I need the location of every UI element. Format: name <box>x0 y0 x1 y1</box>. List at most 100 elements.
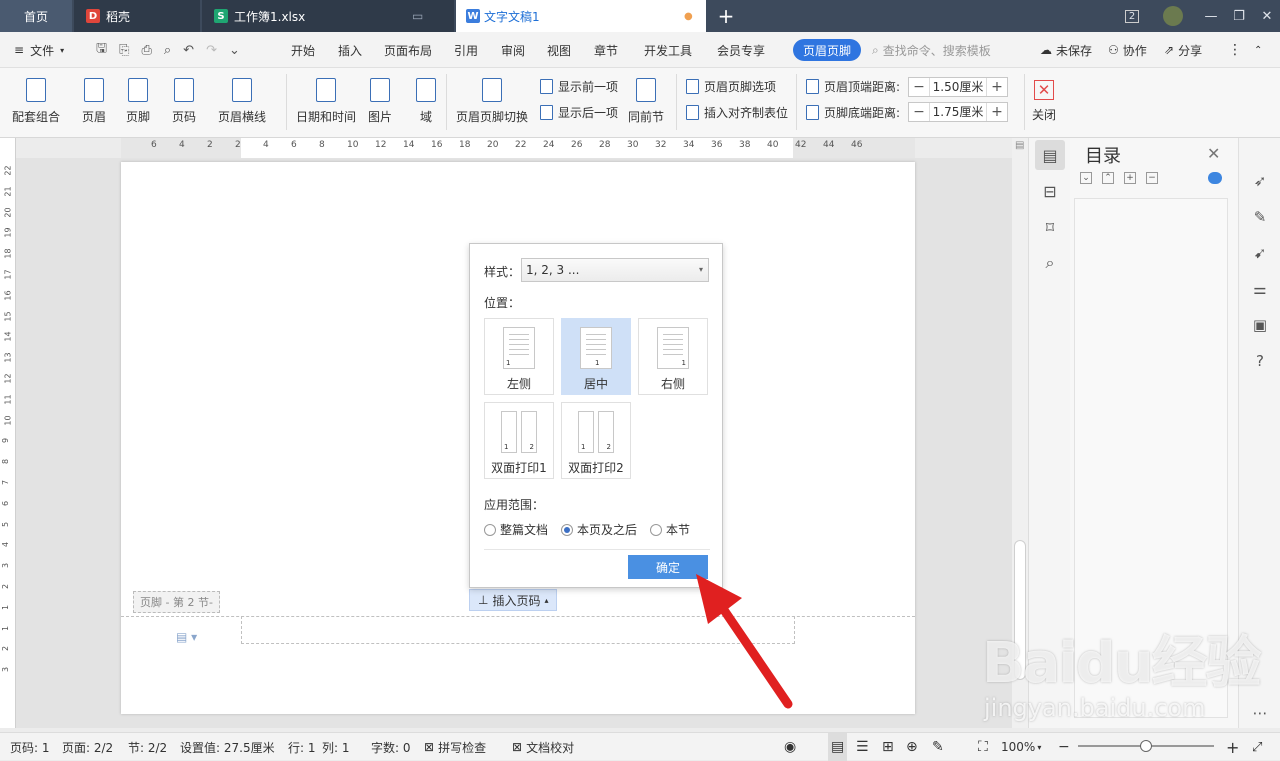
bottom-dist-stepper[interactable]: −1.75厘米 + <box>908 102 1008 122</box>
zoom-slider[interactable] <box>1078 740 1214 752</box>
minus-icon[interactable]: − <box>909 79 929 95</box>
horizontal-ruler[interactable]: 6 4 2 2 4 6 8 10 12 14 16 18 20 22 24 26 28 30 32 34 36 38 40 4… <box>121 138 915 158</box>
status-words[interactable]: 字数: 0 <box>371 733 411 761</box>
show-next-button[interactable]: 显示后一项 <box>540 104 618 121</box>
scope-this-section[interactable]: 本节 <box>650 521 690 538</box>
proofread-button[interactable]: ⊠ 文档校对 <box>512 733 574 761</box>
menu-header-footer[interactable]: 页眉页脚 <box>793 39 862 61</box>
print-icon[interactable]: ⎙ <box>141 43 151 58</box>
page-view-icon[interactable]: ▤ <box>828 733 848 761</box>
undo-icon[interactable]: ↶ <box>183 43 194 58</box>
file-menu[interactable]: ≡ 文件 ▾ <box>14 32 64 68</box>
bottom-dist-value[interactable]: 1.75厘米 <box>929 103 987 121</box>
picture-button[interactable]: 图片 <box>368 78 392 125</box>
tab-workbook[interactable]: S 工作簿1.xlsx ▭ <box>202 0 454 32</box>
find-icon[interactable]: ⌕ <box>1035 248 1065 278</box>
toc-icon[interactable]: ▤ <box>1035 140 1065 170</box>
position-right[interactable]: 1 右侧 <box>638 318 708 395</box>
same-prev-button[interactable]: 同前节 <box>628 78 664 125</box>
more-horizontal-icon[interactable]: ⋯ <box>1249 702 1271 724</box>
unsaved-button[interactable]: ☁ 未保存 <box>1040 32 1092 68</box>
combo-button[interactable]: 配套组合 <box>12 78 60 125</box>
scope-this-and-after[interactable]: 本页及之后 <box>561 521 637 538</box>
pen-icon[interactable]: ✎ <box>1249 206 1271 228</box>
chapter-icon[interactable]: ⊟ <box>1035 176 1065 206</box>
zoom-in-icon[interactable]: + <box>1226 733 1239 761</box>
pagenum-button[interactable]: 页码 <box>172 78 196 125</box>
adjust-icon[interactable]: ⚌ <box>1249 278 1271 300</box>
zoom-out-icon[interactable]: − <box>1058 733 1070 761</box>
write-mode-icon[interactable]: ✎ <box>932 733 944 761</box>
fullscreen-icon[interactable]: ⤢ <box>1252 733 1262 761</box>
avatar[interactable] <box>1160 0 1186 32</box>
switch-button[interactable]: 页眉页脚切换 <box>456 78 528 125</box>
minimize-icon[interactable]: — <box>1198 0 1224 32</box>
hf-options-button[interactable]: 页眉页脚选项 <box>686 78 776 95</box>
position-left[interactable]: 1 左侧 <box>484 318 554 395</box>
new-tab-button[interactable]: + <box>712 0 740 32</box>
close-hf-button[interactable]: ✕ 关闭 <box>1032 80 1056 123</box>
cursor-icon[interactable]: ➹ <box>1249 242 1271 264</box>
fit-page-icon[interactable]: ⛶ <box>978 733 988 761</box>
plus-icon[interactable]: + <box>987 104 1007 120</box>
assistant-icon[interactable] <box>1208 172 1222 184</box>
window-badge[interactable]: 2 <box>1120 0 1144 32</box>
footer-button[interactable]: 页脚 <box>126 78 150 125</box>
collapse-ribbon-icon[interactable]: ⌃ <box>1254 32 1262 68</box>
menu-member[interactable]: 会员专享 <box>717 32 765 68</box>
briefcase-icon[interactable]: ▣ <box>1249 314 1271 336</box>
show-prev-button[interactable]: 显示前一项 <box>540 78 618 95</box>
outline-view-icon[interactable]: ☰ <box>856 733 869 761</box>
bookmark-icon[interactable]: ⌑ <box>1035 212 1065 242</box>
header-line-button[interactable]: 页眉横线 <box>218 78 266 125</box>
vertical-ruler[interactable]: 22 21 20 19 18 17 16 15 14 13 12 11 10 9 8 7 6 5 4 3 2 1 1 2 3 <box>0 138 16 728</box>
remove-icon[interactable]: − <box>1146 172 1158 184</box>
share-button[interactable]: ⇗ 分享 <box>1164 32 1202 68</box>
scope-whole-doc[interactable]: 整篇文档 <box>484 521 548 538</box>
header-button[interactable]: 页眉 <box>82 78 106 125</box>
status-page[interactable]: 页码: 1 <box>10 733 50 761</box>
ruler-toggle-icon[interactable]: ▤ <box>1015 140 1024 151</box>
save-icon[interactable]: 🖫 <box>96 39 107 61</box>
field-button[interactable]: 域 <box>416 78 436 125</box>
tab-document[interactable]: W 文字文稿1 ● <box>456 0 706 32</box>
zoom-dropdown[interactable]: 100% ▾ <box>1001 733 1041 761</box>
position-duplex-1[interactable]: 1 2 双面打印1 <box>484 402 554 479</box>
rocket-icon[interactable]: ➶ <box>1249 170 1271 192</box>
read-view-icon[interactable]: ⊞ <box>882 733 894 761</box>
top-dist-value[interactable]: 1.50厘米 <box>929 78 987 96</box>
position-center[interactable]: 1 居中 <box>561 318 631 395</box>
export-icon[interactable]: ⎘ <box>119 43 129 58</box>
top-dist-stepper[interactable]: −1.50厘米 + <box>908 77 1008 97</box>
help-icon[interactable]: ? <box>1249 350 1271 372</box>
style-select[interactable]: 1, 2, 3 ... ▾ <box>521 258 709 282</box>
tab-home[interactable]: 首页 <box>0 0 72 32</box>
close-icon[interactable]: ✕ <box>1207 144 1220 163</box>
spell-check-button[interactable]: ⊠ 拼写检查 <box>424 733 486 761</box>
close-window-icon[interactable]: ✕ <box>1254 0 1280 32</box>
zoom-slider-knob[interactable] <box>1140 740 1152 752</box>
restore-icon[interactable]: ❐ <box>1226 0 1252 32</box>
tab-align-button[interactable]: 插入对齐制表位 <box>686 104 788 121</box>
minus-icon[interactable]: − <box>909 104 929 120</box>
screen-icon[interactable]: ▭ <box>412 9 423 23</box>
more-icon[interactable]: ⋮ <box>1228 32 1242 68</box>
plus-icon[interactable]: + <box>987 79 1007 95</box>
add-icon[interactable]: + <box>1124 172 1136 184</box>
menu-reference[interactable]: 引用 <box>454 32 478 68</box>
redo-icon[interactable]: ↷ <box>206 43 217 58</box>
menu-layout[interactable]: 页面布局 <box>384 32 432 68</box>
position-duplex-2[interactable]: 1 2 双面打印2 <box>561 402 631 479</box>
more-down-icon[interactable]: ⌄ <box>229 43 240 58</box>
collapse-icon[interactable]: ⌃ <box>1102 172 1114 184</box>
menu-start[interactable]: 开始 <box>291 32 315 68</box>
expand-icon[interactable]: ⌄ <box>1080 172 1092 184</box>
insert-pagenum-button[interactable]: ⊥ 插入页码 ▴ <box>469 589 558 611</box>
footer-doc-icon[interactable]: ▤ ▾ <box>176 630 197 644</box>
collab-button[interactable]: ⚇ 协作 <box>1108 32 1147 68</box>
menu-developer[interactable]: 开发工具 <box>644 32 692 68</box>
preview-icon[interactable]: ⌕ <box>164 43 171 58</box>
tab-docer[interactable]: D 稻壳 <box>74 0 200 32</box>
menu-view[interactable]: 视图 <box>547 32 571 68</box>
menu-section[interactable]: 章节 <box>594 32 618 68</box>
